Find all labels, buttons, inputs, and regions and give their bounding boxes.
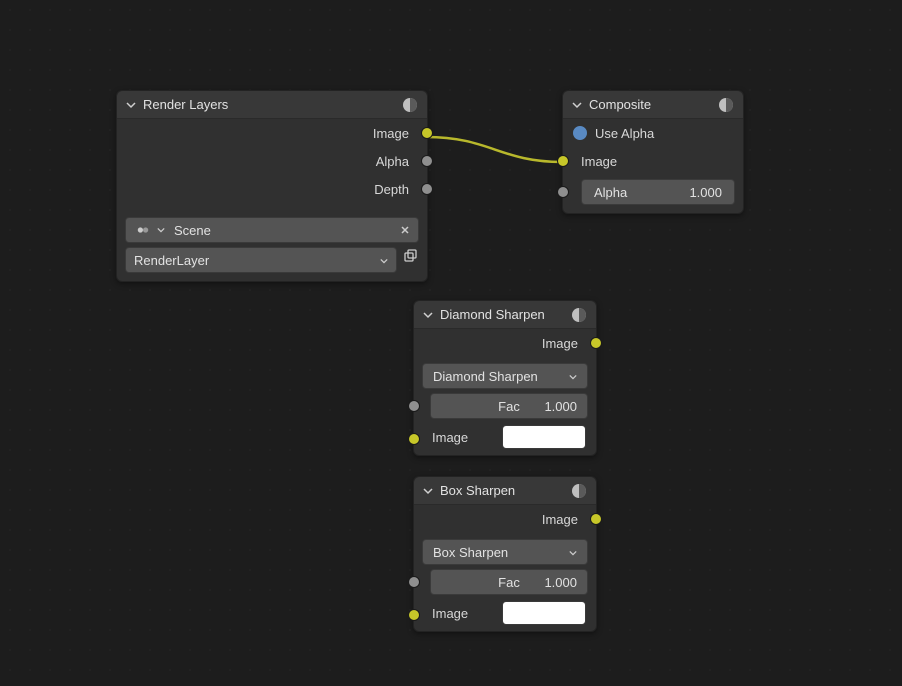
output-image: Image [117, 119, 427, 147]
color-swatch[interactable] [502, 425, 586, 449]
node-diamond-sharpen[interactable]: Diamond Sharpen Image Diamond Sharpen Fa… [413, 300, 597, 456]
input-image-label: Image [432, 430, 468, 445]
filter-type-label: Box Sharpen [433, 545, 508, 560]
chevron-down-icon [569, 545, 577, 560]
scene-field-label: Scene [174, 223, 211, 238]
collapse-icon[interactable] [125, 99, 137, 111]
node-title: Render Layers [143, 97, 395, 112]
color-swatch[interactable] [502, 601, 586, 625]
collapse-icon[interactable] [422, 485, 434, 497]
node-header[interactable]: Box Sharpen [414, 477, 596, 505]
node-title: Composite [589, 97, 711, 112]
renderlayer-selector[interactable]: RenderLayer [125, 247, 397, 273]
socket-output-image[interactable] [421, 127, 433, 139]
socket-input-image[interactable] [557, 155, 569, 167]
socket-input-image[interactable] [408, 609, 420, 621]
render-single-layer-icon[interactable] [401, 247, 419, 265]
socket-output-alpha[interactable] [421, 155, 433, 167]
renderlayer-field-label: RenderLayer [134, 253, 209, 268]
alpha-value-field[interactable]: Alpha 1.000 [581, 179, 735, 205]
filter-type-dropdown[interactable]: Box Sharpen [422, 539, 588, 565]
filter-type-label: Diamond Sharpen [433, 369, 538, 384]
socket-input-fac[interactable] [408, 576, 420, 588]
scene-icon [134, 223, 152, 237]
node-header[interactable]: Composite [563, 91, 743, 119]
preview-sphere-icon[interactable] [570, 306, 588, 324]
checkbox-on-icon [573, 126, 587, 140]
socket-output-depth[interactable] [421, 183, 433, 195]
chevron-down-icon [152, 226, 170, 234]
node-box-sharpen[interactable]: Box Sharpen Image Box Sharpen Fac 1.000 … [413, 476, 597, 632]
clear-scene-icon[interactable] [400, 223, 410, 238]
input-image-label: Image [432, 606, 468, 621]
input-image-row: Image [414, 423, 596, 455]
input-alpha-row: Alpha 1.000 [563, 175, 743, 209]
input-image: Image [563, 147, 743, 175]
preview-sphere-icon[interactable] [570, 482, 588, 500]
node-title: Diamond Sharpen [440, 307, 564, 322]
socket-input-alpha[interactable] [557, 186, 569, 198]
output-depth: Depth [117, 175, 427, 203]
collapse-icon[interactable] [571, 99, 583, 111]
node-title: Box Sharpen [440, 483, 564, 498]
output-image: Image [414, 505, 596, 533]
node-render-layers[interactable]: Render Layers Image Alpha Depth [116, 90, 428, 282]
chevron-down-icon [569, 369, 577, 384]
fac-value: 1.000 [544, 399, 577, 414]
fac-field[interactable]: Fac 1.000 [430, 569, 588, 595]
use-alpha-toggle[interactable]: Use Alpha [563, 119, 743, 147]
output-alpha: Alpha [117, 147, 427, 175]
socket-input-image[interactable] [408, 433, 420, 445]
scene-selector[interactable]: Scene [125, 217, 419, 243]
filter-type-dropdown[interactable]: Diamond Sharpen [422, 363, 588, 389]
preview-sphere-icon[interactable] [401, 96, 419, 114]
node-composite[interactable]: Composite Use Alpha Image Alpha 1.000 [562, 90, 744, 214]
alpha-value: 1.000 [689, 185, 722, 200]
fac-field[interactable]: Fac 1.000 [430, 393, 588, 419]
collapse-icon[interactable] [422, 309, 434, 321]
input-image-row: Image [414, 599, 596, 631]
chevron-down-icon [380, 253, 388, 268]
preview-sphere-icon[interactable] [717, 96, 735, 114]
node-header[interactable]: Diamond Sharpen [414, 301, 596, 329]
socket-output-image[interactable] [590, 513, 602, 525]
node-header[interactable]: Render Layers [117, 91, 427, 119]
fac-value: 1.000 [544, 575, 577, 590]
output-image: Image [414, 329, 596, 357]
socket-output-image[interactable] [590, 337, 602, 349]
socket-input-fac[interactable] [408, 400, 420, 412]
alpha-label: Alpha [594, 185, 627, 200]
